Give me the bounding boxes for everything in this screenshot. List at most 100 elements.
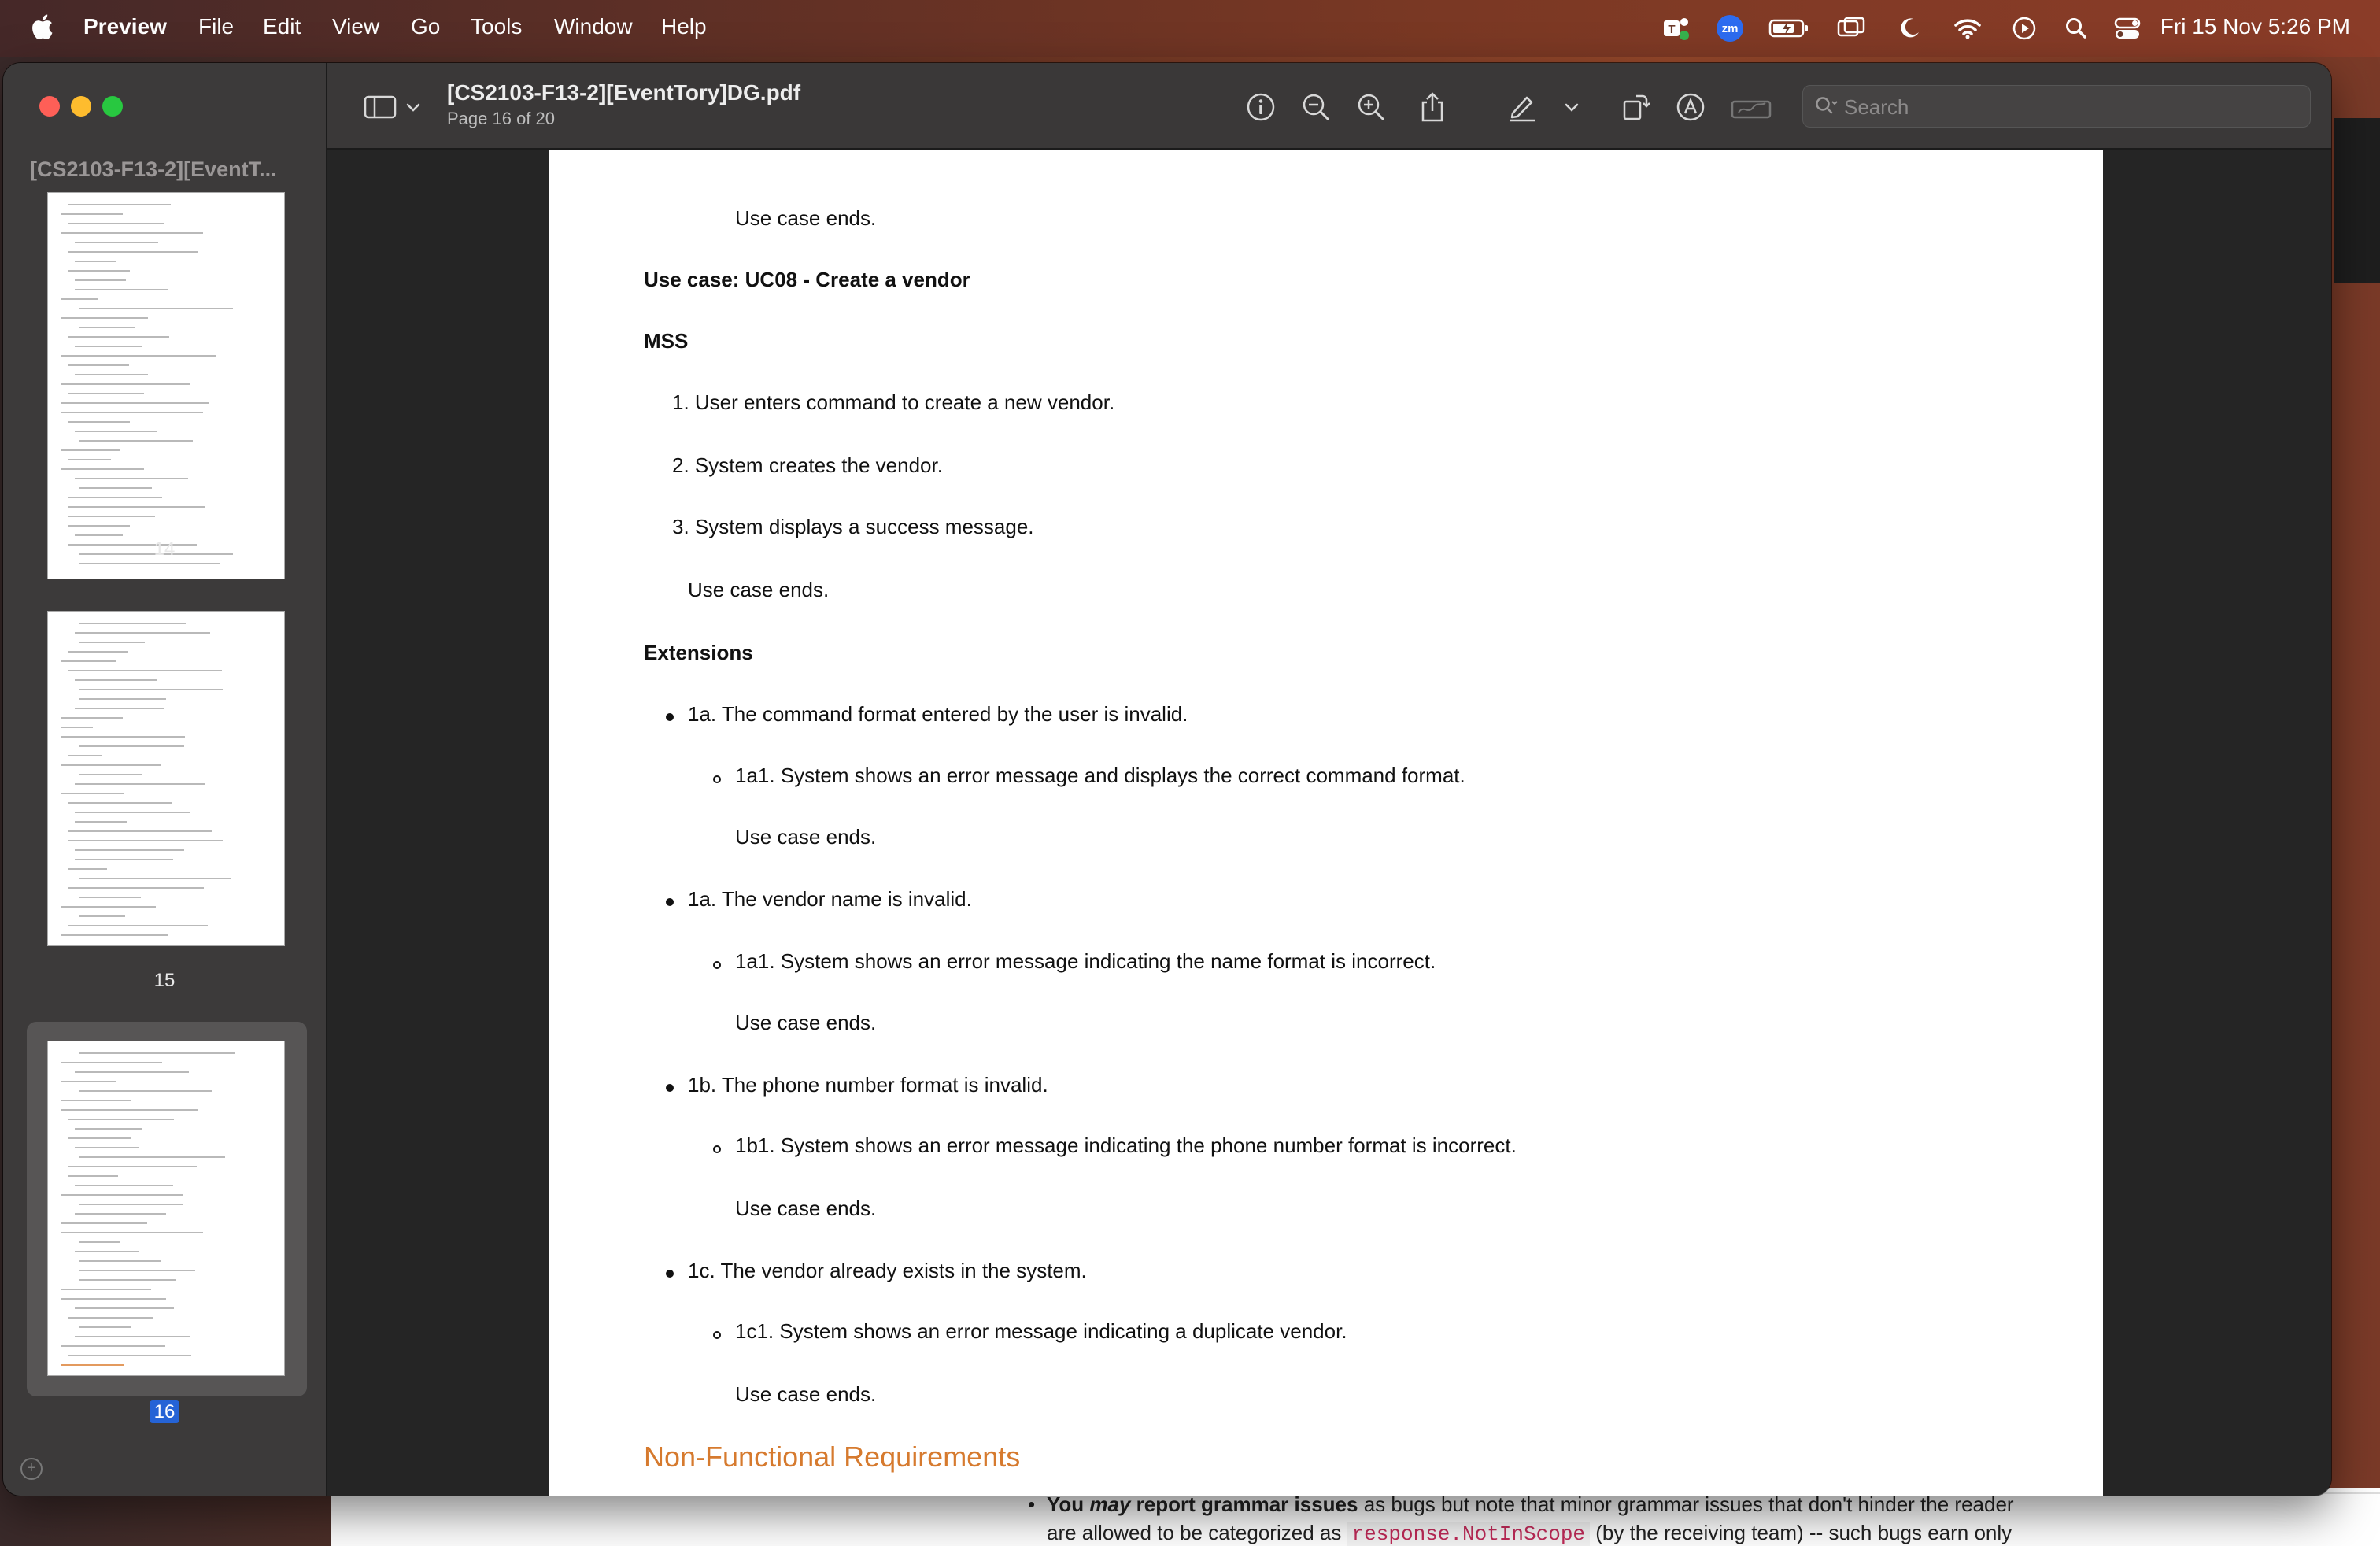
thumbnail-text-line	[75, 279, 127, 281]
thumbnail-text-line	[79, 1260, 162, 1262]
teams-icon[interactable]: T	[1659, 11, 1694, 46]
menu-tools[interactable]: Tools	[471, 14, 522, 39]
thumbnail-text-line	[79, 745, 185, 747]
thumbnail-text-line	[61, 1232, 203, 1233]
thumbnail-text-line	[75, 812, 190, 813]
extension-1b1-phone-number: 1b1. System shows an error message indic…	[735, 1134, 1517, 1157]
mss-heading: MSS	[644, 329, 689, 353]
thumbnail-text-line	[68, 270, 130, 272]
thumbnail-text-line	[68, 336, 170, 338]
menu-view[interactable]: View	[332, 14, 379, 39]
toolbar: [CS2103-F13-2][EventTory]DG.pdf Page 16 …	[327, 63, 2331, 150]
rotate-icon[interactable]	[1618, 90, 1653, 124]
document-viewer[interactable]: Use case ends. Use case: UC08 - Create a…	[327, 150, 2331, 1496]
close-window-button[interactable]	[39, 96, 60, 117]
thumbnail-text-line	[68, 830, 213, 832]
share-icon[interactable]	[1415, 90, 1450, 124]
menu-edit[interactable]: Edit	[263, 14, 301, 39]
thumbnail-text-line	[68, 1166, 197, 1167]
thumbnail-text-line	[61, 1222, 147, 1224]
play-icon[interactable]	[2007, 11, 2042, 46]
menu-help[interactable]: Help	[661, 14, 707, 39]
info-icon[interactable]	[1244, 90, 1278, 124]
thumbnail-text-line	[75, 1071, 190, 1073]
minimize-window-button[interactable]	[71, 96, 91, 117]
screen-mirror-icon[interactable]	[1834, 11, 1868, 46]
thumbnail-text-line	[61, 727, 94, 728]
apple-menu-icon[interactable]	[30, 11, 54, 43]
focus-moon-icon[interactable]	[1892, 11, 1927, 46]
thumbnail-text-line	[68, 670, 222, 671]
background-text-line-1: • You may report grammar issues as bugs b…	[1028, 1492, 2014, 1516]
highlight-options-chevron-icon[interactable]	[1560, 90, 1584, 124]
page-thumbnail-16[interactable]	[47, 1041, 285, 1376]
search-box[interactable]	[1802, 85, 2311, 128]
thumbnail-text-line	[61, 1289, 152, 1290]
menubar-clock[interactable]: Fri 15 Nov 5:26 PM	[2160, 14, 2350, 39]
extension-1c1-duplicate-vendor: 1c1. System shows an error message indic…	[735, 1319, 1347, 1343]
bg-line2-a: are allowed to be categorized as	[1047, 1521, 1347, 1544]
background-text-line-2: are allowed to be categorized as respons…	[1047, 1521, 2012, 1546]
thumbnail-text-line	[68, 204, 171, 205]
thumbnail-text-line	[75, 346, 142, 347]
thumbnail-text-line	[61, 736, 185, 738]
thumbnail-text-line	[79, 308, 234, 309]
thumbnail-text-line	[75, 849, 184, 851]
page-thumbnail-15[interactable]	[47, 611, 285, 946]
thumbnail-text-line	[79, 1326, 131, 1328]
search-icon	[1816, 97, 1838, 114]
markup-icon[interactable]	[1673, 90, 1708, 124]
thumbnail-text-line	[68, 868, 108, 870]
thumbnail-text-line	[75, 1185, 173, 1186]
thumbnail-text-line	[68, 651, 128, 653]
signature-icon[interactable]	[1730, 90, 1772, 124]
menu-window[interactable]: Window	[554, 14, 633, 39]
thumbnail-text-line	[68, 421, 130, 423]
thumbnail-text-line	[68, 516, 156, 517]
thumbnail-text-line	[68, 506, 206, 508]
thumbnail-text-line	[75, 431, 157, 432]
battery-icon[interactable]	[1768, 11, 1810, 46]
thumbnail-text-line	[61, 402, 209, 404]
extension-1a1-command-format: 1a1. System shows an error message and d…	[735, 764, 1465, 787]
thumbnail-text-line	[68, 251, 198, 253]
thumbnail-text-line	[75, 1307, 175, 1309]
thumbnail-text-line	[75, 478, 188, 479]
preview-window: [CS2103-F13-2][EventT... 14 15 16 + [CS2…	[3, 63, 2331, 1496]
thumbnail-text-line	[79, 689, 224, 690]
sidebar-toggle-icon[interactable]	[360, 90, 400, 124]
zoom-out-icon[interactable]	[1299, 90, 1333, 124]
thumbnail-text-line	[79, 440, 194, 442]
extension-bullet	[666, 898, 674, 906]
bg-line2-b: (by the receiving team) -- such bugs ear…	[1590, 1521, 2012, 1544]
menu-go[interactable]: Go	[411, 14, 440, 39]
menu-app-name[interactable]: Preview	[83, 14, 167, 39]
top-use-case-ends: Use case ends.	[735, 206, 877, 230]
wifi-icon[interactable]	[1950, 11, 1985, 46]
nfr-heading: Non-Functional Requirements	[644, 1441, 1021, 1473]
thumbnail-text-line	[68, 755, 102, 756]
thumbnail-text-line	[61, 449, 120, 451]
thumbnail-text-line	[75, 708, 165, 709]
fullscreen-window-button[interactable]	[102, 96, 123, 117]
thumbnail-text-line	[68, 459, 112, 460]
svg-text:T: T	[1668, 23, 1675, 36]
thumbnail-text-line	[61, 764, 162, 766]
zoom-in-icon[interactable]	[1354, 90, 1388, 124]
thumbnail-text-line	[61, 1345, 165, 1347]
control-center-icon[interactable]	[2109, 11, 2145, 46]
search-input[interactable]	[1842, 93, 2294, 121]
sidebar-options-chevron-icon[interactable]	[403, 90, 423, 124]
thumbnail-text-line	[61, 1081, 116, 1082]
add-page-icon[interactable]: +	[20, 1458, 42, 1480]
thumbnail-text-line	[79, 487, 152, 489]
page-thumbnail-14[interactable]	[47, 192, 285, 579]
pdf-page-16: Use case ends. Use case: UC08 - Create a…	[549, 150, 2103, 1496]
spotlight-search-icon[interactable]	[2059, 11, 2094, 46]
menu-file[interactable]: File	[198, 14, 234, 39]
thumbnail-sidebar: [CS2103-F13-2][EventT... 14 15 16 +	[3, 63, 327, 1496]
extension-bullet	[666, 1084, 674, 1092]
highlight-pen-icon[interactable]	[1505, 90, 1539, 124]
zoom-icon[interactable]: zm	[1713, 11, 1747, 46]
extension-bullet	[666, 713, 674, 721]
